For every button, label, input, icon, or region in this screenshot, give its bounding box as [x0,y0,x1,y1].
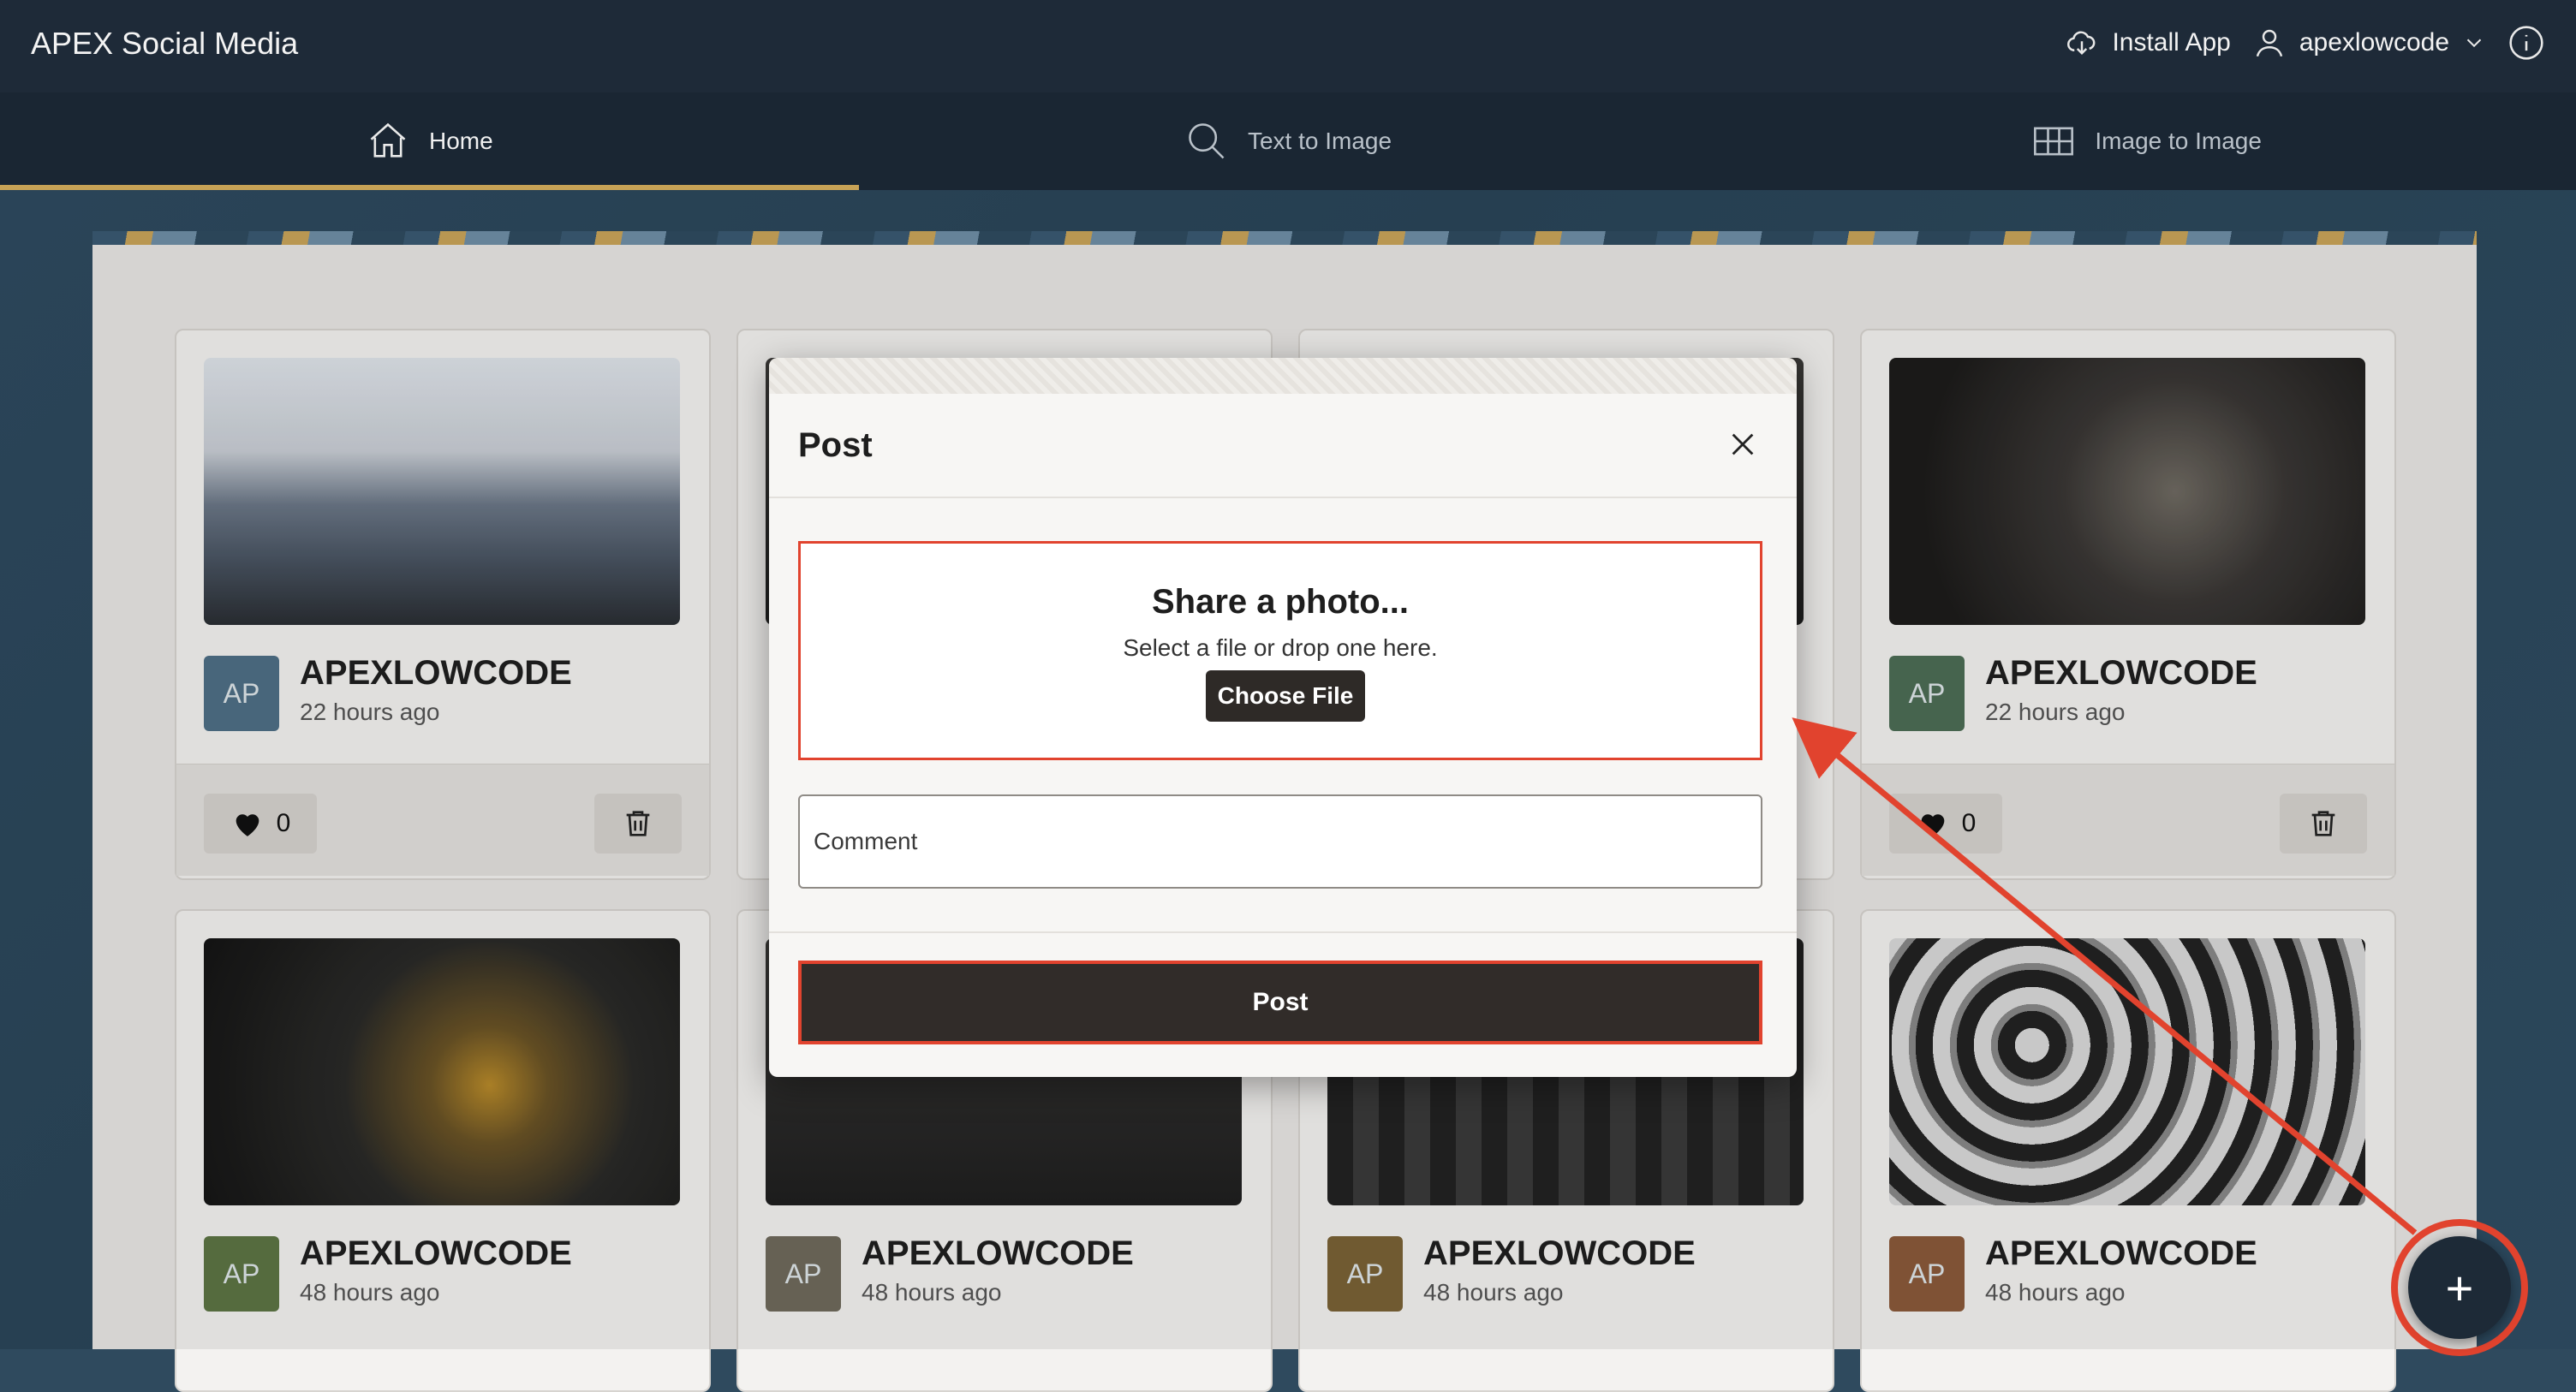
tab-home-label: Home [428,128,493,154]
info-icon[interactable] [2507,24,2545,62]
app-title[interactable]: APEX Social Media [31,26,298,62]
choose-file-button[interactable]: Choose File [1206,670,1365,722]
user-menu[interactable]: apexlowcode [2251,25,2487,61]
dropzone-hint: Select a file or drop one here. [1123,634,1438,661]
cloud-download-icon [2067,31,2096,55]
home-icon [370,122,406,158]
header-actions: Install App apexlowcode [2064,24,2545,62]
tab-image-to-image-label: Image to Image [2095,128,2262,154]
user-icon [2256,29,2283,57]
search-icon [1189,123,1225,159]
dialog-divider [769,931,1797,933]
comment-input[interactable]: Comment [798,794,1762,889]
grid-icon [2034,127,2074,156]
file-dropzone[interactable]: Share a photo... Select a file or drop o… [798,541,1762,760]
add-post-button[interactable]: + [2408,1236,2511,1339]
tab-text-to-image[interactable]: Text to Image [859,92,1718,190]
top-header: APEX Social Media Install App apexlowcod… [0,0,2576,92]
post-button[interactable]: Post [798,961,1762,1044]
chevron-down-icon [2466,39,2482,48]
install-app-label: Install App [2112,28,2231,57]
dialog-header-pattern [769,358,1797,394]
post-dialog: Post Share a photo... Select a file or d… [769,358,1797,1077]
tab-image-to-image[interactable]: Image to Image [1717,92,2576,190]
tab-home[interactable]: Home [0,92,859,190]
tab-text-to-image-label: Text to Image [1247,128,1392,154]
user-name: apexlowcode [2299,28,2449,57]
install-app-button[interactable]: Install App [2064,25,2231,61]
dialog-title: Post [798,426,873,464]
dialog-divider [769,497,1797,498]
close-icon[interactable] [1728,430,1757,459]
dropzone-title: Share a photo... [1151,583,1410,621]
nav-tabs: Home Text to Image Image to Image [0,92,2576,190]
